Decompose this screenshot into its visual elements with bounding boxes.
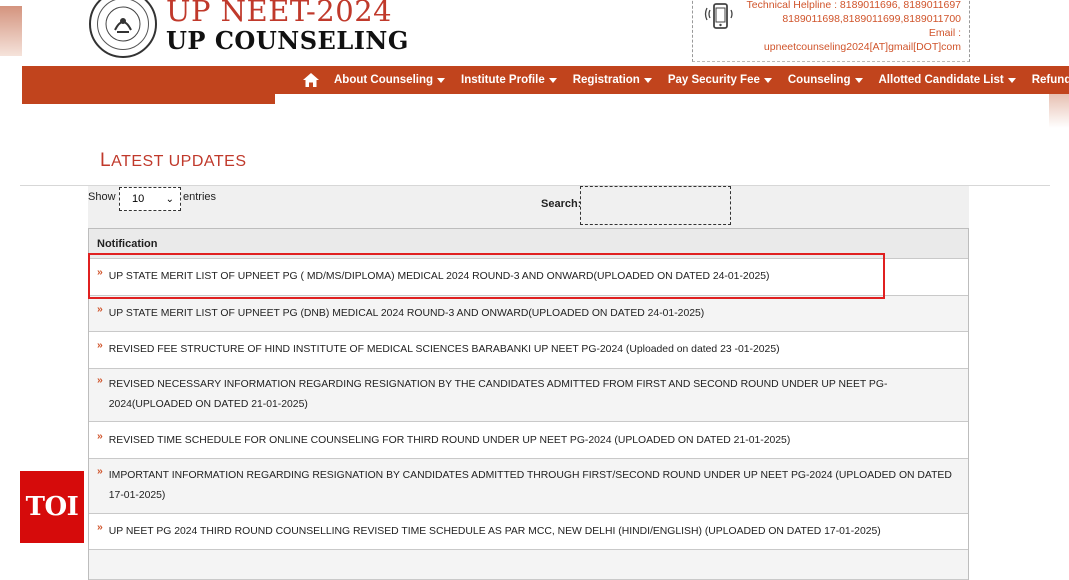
nav-item-label: Counseling [787, 74, 851, 86]
latest-updates-header: LATEST UPDATES [20, 128, 1050, 186]
nav-item-label: Pay Security Fee [667, 74, 760, 86]
search-input[interactable] [580, 186, 731, 225]
page-size-value: 10 [132, 193, 145, 205]
search-label: Search: [541, 198, 582, 210]
highlight-box [88, 253, 885, 299]
caret-down-icon [763, 77, 772, 83]
helpline-line-1: Technical Helpline : 8189011696, 8189011… [746, 0, 961, 11]
notification-link[interactable]: UP NEET PG 2024 THIRD ROUND COUNSELLING … [109, 522, 881, 541]
nav-item-about-counseling[interactable]: About Counseling [326, 66, 453, 94]
page-size-select[interactable]: 10 ⌄ [119, 187, 181, 211]
helpline-box: Technical Helpline : 8189011696, 8189011… [692, 0, 970, 62]
table-row[interactable]: » UP NEET PG 2024 THIRD ROUND COUNSELLIN… [89, 514, 968, 550]
nav-item-label: Refund [1031, 74, 1069, 86]
site-header: UP NEET-2024 UP COUNSELING Technical Hel… [0, 0, 1069, 68]
nav-item-refund[interactable]: Refund [1024, 66, 1069, 94]
entries-label: entries [183, 191, 217, 203]
nav-item-institute-profile[interactable]: Institute Profile [453, 66, 565, 94]
nav-home-button[interactable] [296, 66, 326, 94]
caret-down-icon [643, 77, 652, 83]
double-chevron-icon: » [97, 304, 103, 315]
table-row[interactable] [89, 550, 968, 580]
notification-link[interactable]: UP STATE MERIT LIST OF UPNEET PG (DNB) M… [109, 304, 704, 323]
home-icon [303, 73, 319, 87]
caret-down-icon [854, 77, 863, 83]
nav-item-allotted-candidate-list[interactable]: Allotted Candidate List [871, 66, 1024, 94]
table-row[interactable]: » REVISED TIME SCHEDULE FOR ONLINE COUNS… [89, 422, 968, 459]
helpline-email-label: Email : [928, 27, 961, 39]
nav-item-pay-security-fee[interactable]: Pay Security Fee [660, 66, 780, 94]
caret-down-icon [548, 77, 557, 83]
nav-item-counseling[interactable]: Counseling [780, 66, 871, 94]
nav-item-label: Registration [572, 74, 640, 86]
site-title: UP NEET-2024 [166, 0, 393, 28]
title-rest: ATEST UPDATES [111, 153, 247, 170]
site-subtitle: UP COUNSELING [166, 26, 409, 55]
caret-down-icon [1007, 77, 1016, 83]
nav-menu: About Counseling Institute Profile Regis… [296, 66, 1069, 94]
double-chevron-icon: » [97, 522, 103, 533]
show-label: Show [88, 191, 116, 203]
table-row[interactable]: » UP STATE MERIT LIST OF UPNEET PG (DNB)… [89, 296, 968, 332]
double-chevron-icon: » [97, 431, 103, 442]
double-chevron-icon: » [97, 466, 103, 477]
table-controls: Show 10 ⌄ entries Search: [88, 186, 969, 228]
state-emblem-logo [89, 0, 157, 58]
chevron-down-icon: ⌄ [165, 194, 174, 205]
page-title: LATEST UPDATES [100, 150, 247, 172]
helpline-line-2: 8189011698,8189011699,8189011700 [782, 13, 961, 25]
nav-lower-band [22, 94, 275, 104]
nav-item-label: Institute Profile [461, 74, 545, 86]
table-row[interactable]: » REVISED FEE STRUCTURE OF HIND INSTITUT… [89, 332, 968, 369]
table-row[interactable]: » REVISED NECESSARY INFORMATION REGARDIN… [89, 369, 968, 422]
table-row[interactable]: » IMPORTANT INFORMATION REGARDING RESIGN… [89, 459, 968, 514]
toi-watermark-logo: TOI [20, 471, 84, 543]
nav-decoration-right [1049, 94, 1069, 128]
nav-item-label: About Counseling [334, 74, 434, 86]
nav-item-registration[interactable]: Registration [565, 66, 660, 94]
double-chevron-icon: » [97, 340, 103, 351]
double-chevron-icon: » [97, 375, 103, 386]
helpline-text: Technical Helpline : 8189011696, 8189011… [721, 0, 961, 54]
brand[interactable]: UP NEET-2024 UP COUNSELING [166, 0, 409, 54]
nav-decoration-left [0, 6, 22, 56]
notification-link[interactable]: REVISED TIME SCHEDULE FOR ONLINE COUNSEL… [109, 431, 791, 450]
notification-link[interactable]: REVISED NECESSARY INFORMATION REGARDING … [109, 371, 958, 415]
notification-link[interactable]: IMPORTANT INFORMATION REGARDING RESIGNAT… [109, 462, 958, 506]
helpline-email[interactable]: upneetcounseling2024[AT]gmail[DOT]com [721, 40, 961, 54]
notification-link[interactable]: REVISED FEE STRUCTURE OF HIND INSTITUTE … [109, 340, 780, 359]
title-initial: L [100, 150, 112, 171]
caret-down-icon [437, 77, 446, 83]
nav-item-label: Allotted Candidate List [878, 74, 1004, 86]
notifications-panel: Show 10 ⌄ entries Search: Notification »… [88, 186, 969, 580]
